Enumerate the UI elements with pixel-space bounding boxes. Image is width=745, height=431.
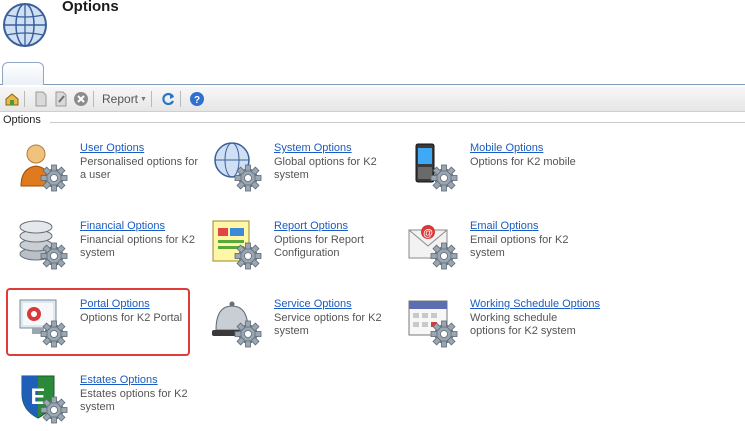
svg-text:@: @ [423, 228, 433, 239]
working-schedule-options-link[interactable]: Working Schedule Options [470, 298, 600, 310]
service-options-link[interactable]: Service Options [274, 298, 352, 310]
email-icon: @ [408, 225, 458, 270]
report-label: Report [102, 92, 139, 106]
group-label: Options [3, 114, 43, 126]
option-item-portal[interactable]: Portal Options Options for K2 Portal [16, 296, 206, 354]
option-item-working-schedule[interactable]: Working Schedule Options Working schedul… [406, 296, 600, 354]
financial-options-link[interactable]: Financial Options [80, 220, 165, 232]
estates-options-description: Estates options for K2 system [80, 388, 188, 413]
option-item-user[interactable]: User Options Personalised options for a … [16, 140, 206, 198]
email-options-description: Email options for K2 system [470, 234, 569, 259]
globe-gear-icon [214, 142, 262, 192]
option-item-estates[interactable]: E Estates Options Estates options for K2… [16, 372, 206, 430]
working-schedule-options-description: Working schedule options for K2 system [470, 312, 576, 337]
toolbar-separator [24, 91, 25, 107]
tab-strip-line [0, 84, 745, 85]
tab-options[interactable] [2, 62, 44, 85]
refresh-icon[interactable] [160, 91, 176, 107]
globe-icon [3, 3, 47, 47]
group-divider [50, 122, 745, 123]
report-options-link[interactable]: Report Options [274, 220, 348, 232]
delete-icon[interactable] [73, 91, 89, 107]
option-item-system[interactable]: System Options Global options for K2 sys… [210, 140, 400, 198]
chevron-down-icon: ▼ [140, 95, 147, 103]
user-options-description: Personalised options for a user [80, 156, 199, 181]
mobile-options-link[interactable]: Mobile Options [470, 142, 543, 154]
home-icon[interactable] [4, 91, 20, 107]
financial-options-description: Financial options for K2 system [80, 234, 195, 259]
help-icon[interactable]: ? [189, 91, 205, 107]
calendar-icon [408, 300, 458, 348]
coins-icon [19, 220, 68, 270]
toolbar-separator [93, 91, 94, 107]
system-options-link[interactable]: System Options [274, 142, 352, 154]
page-title: Options [62, 0, 119, 15]
option-item-email[interactable]: @ Email Options Email options for K2 sys… [406, 218, 596, 276]
user-icon [20, 144, 68, 192]
portal-icon [19, 299, 68, 348]
estates-options-link[interactable]: Estates Options [80, 374, 158, 386]
toolbar: Report ▼ ? [0, 87, 745, 112]
email-options-link[interactable]: Email Options [470, 220, 538, 232]
user-options-link[interactable]: User Options [80, 142, 144, 154]
report-dropdown[interactable]: Report ▼ [102, 92, 147, 106]
toolbar-separator [150, 91, 152, 107]
portal-options-description: Options for K2 Portal [80, 312, 183, 324]
option-item-report[interactable]: Report Options Options for Report Config… [210, 218, 400, 276]
edit-icon[interactable] [53, 91, 69, 107]
svg-text:E: E [31, 384, 46, 409]
report-icon [212, 220, 262, 270]
estates-shield-icon: E [21, 375, 68, 424]
new-document-icon[interactable] [33, 91, 49, 107]
option-item-financial[interactable]: Financial Options Financial options for … [16, 218, 206, 276]
report-options-description: Options for Report Configuration [274, 234, 364, 259]
header: Options [0, 0, 745, 60]
system-options-description: Global options for K2 system [274, 156, 377, 181]
service-bell-icon [212, 301, 262, 348]
service-options-description: Service options for K2 system [274, 312, 382, 337]
portal-options-link[interactable]: Portal Options [80, 298, 150, 310]
toolbar-separator [179, 91, 181, 107]
option-item-mobile[interactable]: Mobile Options Options for K2 mobile [406, 140, 596, 198]
mobile-options-description: Options for K2 mobile [470, 156, 576, 168]
svg-text:?: ? [194, 95, 200, 106]
mobile-icon [415, 143, 458, 192]
option-item-service[interactable]: Service Options Service options for K2 s… [210, 296, 400, 354]
